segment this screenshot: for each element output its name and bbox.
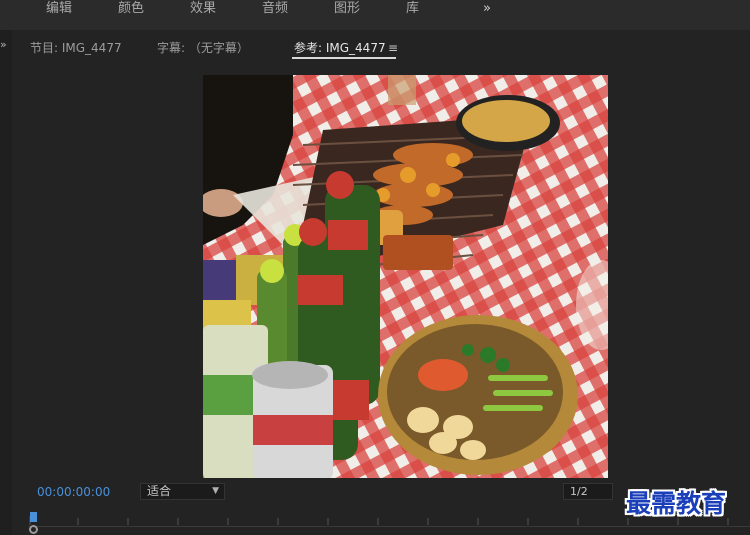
playhead-marker-icon[interactable] [30,512,37,522]
chevron-down-icon: ▼ [212,486,219,496]
playback-resolution-select[interactable]: 1/2 [563,483,613,500]
more-workspaces-chevron-icon[interactable]: » [478,0,496,20]
playhead-timecode[interactable]: 00:00:00:00 [37,485,110,499]
zoom-fit-value: 适合 [147,484,172,498]
video-frame [203,75,608,478]
tab-captions[interactable]: 字幕: （无字幕） [157,40,249,58]
workspace-edit[interactable]: 编辑 [46,0,72,20]
workspace-effects[interactable]: 效果 [190,0,216,20]
ruler-ticks [29,516,729,525]
playback-resolution-value: 1/2 [570,485,588,498]
workspace-graphics[interactable]: 图形 [334,0,360,20]
workspace-audio[interactable]: 音频 [262,0,288,20]
playhead-handle-icon[interactable] [29,525,38,534]
workspace-library[interactable]: 库 [406,0,419,20]
workspace-color[interactable]: 颜色 [118,0,144,20]
zoom-fit-select[interactable]: 适合 ▼ [140,483,225,500]
time-ruler[interactable] [28,510,750,535]
workspace-menu-bar: 编辑 颜色 效果 音频 图形 库 » [0,0,750,30]
active-tab-indicator [292,57,396,59]
expand-panel-chevron-icon[interactable]: » [0,38,7,51]
food-photo-image [203,75,608,478]
panel-menu-icon[interactable]: ≡ [388,41,398,55]
tab-reference[interactable]: 参考: IMG_4477 [294,40,386,58]
left-panel-strip [0,30,12,535]
tab-program[interactable]: 节目: IMG_4477 [30,40,122,58]
ruler-track [28,526,750,527]
